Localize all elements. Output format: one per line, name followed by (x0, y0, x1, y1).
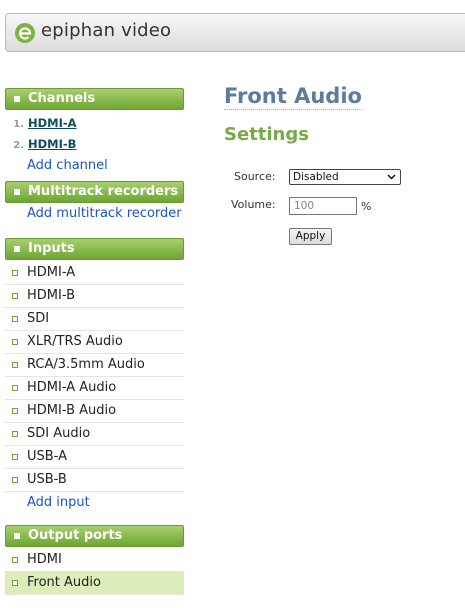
output-item-hdmi[interactable]: HDMI (5, 549, 184, 572)
section-bullet-icon (14, 533, 20, 539)
bullet-icon (12, 339, 18, 345)
multitrack-section-header: Multitrack recorders (5, 181, 184, 203)
settings-title: Settings (224, 124, 309, 145)
input-item-usb-b[interactable]: USB-B (5, 469, 184, 492)
bullet-icon (12, 362, 18, 368)
input-item-hdmi-a-audio[interactable]: HDMI-A Audio (5, 377, 184, 400)
output-item-front-audio[interactable]: Front Audio (5, 572, 184, 595)
inputs-section-header: Inputs (5, 238, 184, 260)
input-label: USB-B (27, 472, 67, 487)
logo-text: epiphan video (41, 20, 172, 41)
input-item-hdmi-b-audio[interactable]: HDMI-B Audio (5, 400, 184, 423)
input-label: SDI (27, 311, 50, 326)
page-title: Front Audio (224, 84, 362, 110)
channel-number: 1. (13, 119, 24, 130)
bullet-icon (12, 316, 18, 322)
bullet-icon (12, 454, 18, 460)
volume-input[interactable]: 100 (289, 197, 357, 215)
input-item-xlr-trs-audio[interactable]: XLR/TRS Audio (5, 331, 184, 354)
output-label: Front Audio (27, 575, 101, 590)
channels-section-title: Channels (28, 91, 96, 106)
channels-section-header: Channels (5, 88, 184, 110)
input-item-hdmi-a[interactable]: HDMI-A (5, 262, 184, 285)
input-label: HDMI-B (27, 288, 75, 303)
bullet-icon (12, 557, 18, 563)
sidebar: Channels 1. HDMI-A 2. HDMI-B Add channel M… (5, 88, 184, 595)
source-select[interactable]: Disabled (289, 169, 401, 185)
multitrack-section-title: Multitrack recorders (28, 184, 179, 199)
input-item-usb-a[interactable]: USB-A (5, 446, 184, 469)
section-bullet-icon (14, 189, 20, 195)
bullet-icon (12, 385, 18, 391)
input-label: RCA/3.5mm Audio (27, 357, 145, 372)
source-label: Source: (234, 170, 276, 183)
chevron-down-icon (387, 174, 396, 180)
bullet-icon (12, 270, 18, 276)
volume-label: Volume: (231, 198, 276, 211)
input-label: HDMI-A (27, 265, 76, 280)
channel-item-hdmi-b[interactable]: 2. HDMI-B (5, 134, 184, 155)
bullet-icon (12, 477, 18, 483)
input-label: SDI Audio (27, 426, 91, 441)
output-ports-section-title: Output ports (28, 528, 123, 543)
apply-button[interactable]: Apply (289, 228, 332, 245)
input-item-sdi[interactable]: SDI (5, 308, 184, 331)
section-bullet-icon (14, 96, 20, 102)
channel-link-hdmi-b[interactable]: HDMI-B (28, 137, 76, 151)
output-ports-section-header: Output ports (5, 525, 184, 547)
add-multitrack-recorder-link[interactable]: Add multitrack recorder (5, 203, 184, 226)
input-label: XLR/TRS Audio (27, 334, 123, 349)
bullet-icon (12, 431, 18, 437)
source-select-value: Disabled (293, 171, 339, 183)
input-item-hdmi-b[interactable]: HDMI-B (5, 285, 184, 308)
volume-unit: % (361, 200, 372, 213)
bullet-icon (12, 293, 18, 299)
add-channel-link[interactable]: Add channel (5, 155, 184, 178)
add-input-link[interactable]: Add input (5, 492, 184, 515)
channel-link-hdmi-a[interactable]: HDMI-A (28, 116, 77, 130)
input-label: HDMI-A Audio (27, 380, 117, 395)
bullet-icon (12, 408, 18, 414)
input-item-rca-audio[interactable]: RCA/3.5mm Audio (5, 354, 184, 377)
epiphan-logo-icon (15, 23, 35, 43)
input-label: USB-A (27, 449, 67, 464)
output-label: HDMI (27, 552, 62, 567)
bullet-icon (12, 580, 18, 586)
inputs-section-title: Inputs (28, 241, 75, 256)
input-label: HDMI-B Audio (27, 403, 117, 418)
section-bullet-icon (14, 246, 20, 252)
app-header: epiphan video (5, 13, 465, 52)
channel-number: 2. (13, 140, 24, 151)
channel-item-hdmi-a[interactable]: 1. HDMI-A (5, 113, 184, 134)
input-item-sdi-audio[interactable]: SDI Audio (5, 423, 184, 446)
